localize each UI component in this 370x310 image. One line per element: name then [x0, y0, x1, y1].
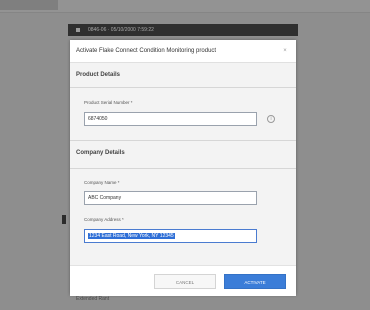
section-divider — [70, 168, 296, 169]
activate-product-dialog: Activate Flake Connect Condition Monitor… — [70, 40, 296, 296]
info-icon[interactable]: i — [267, 115, 275, 123]
company-address-label: Company Address * — [84, 217, 124, 222]
company-name-input[interactable]: ABC Company — [84, 191, 257, 205]
section-divider — [70, 140, 296, 141]
cancel-button[interactable]: CANCEL — [154, 274, 216, 289]
status-dot-icon — [76, 28, 80, 32]
close-icon[interactable]: × — [280, 46, 290, 56]
status-strip-text: 0846-06 · 05/10/2000 7:59:22 — [88, 27, 154, 33]
activate-button[interactable]: ACTIVATE — [224, 274, 286, 289]
section-divider — [70, 87, 296, 88]
side-marker — [62, 215, 66, 224]
dialog-footer: CANCEL ACTIVATE — [70, 265, 296, 296]
selected-address-text: 1234 East Road, New York, NY 12345 — [88, 233, 175, 239]
top-bar-left-segment — [0, 0, 58, 10]
company-name-label: Company Name * — [84, 180, 120, 185]
dialog-title: Activate Flake Connect Condition Monitor… — [76, 48, 217, 54]
company-address-input[interactable]: 1234 East Road, New York, NY 12345 — [84, 229, 257, 243]
serial-number-input[interactable]: 6874050 — [84, 112, 257, 126]
serial-number-label: Product Serial Number * — [84, 100, 133, 105]
status-strip: 0846-06 · 05/10/2000 7:59:22 — [68, 24, 298, 36]
dialog-header: Activate Flake Connect Condition Monitor… — [70, 40, 296, 63]
background-footer-text: Extended Rant — [76, 296, 110, 302]
product-details-heading: Product Details — [76, 72, 121, 78]
company-details-section: Company Details Company Name * ABC Compa… — [70, 140, 296, 270]
company-details-heading: Company Details — [76, 150, 125, 156]
page-top-bar — [0, 0, 370, 13]
